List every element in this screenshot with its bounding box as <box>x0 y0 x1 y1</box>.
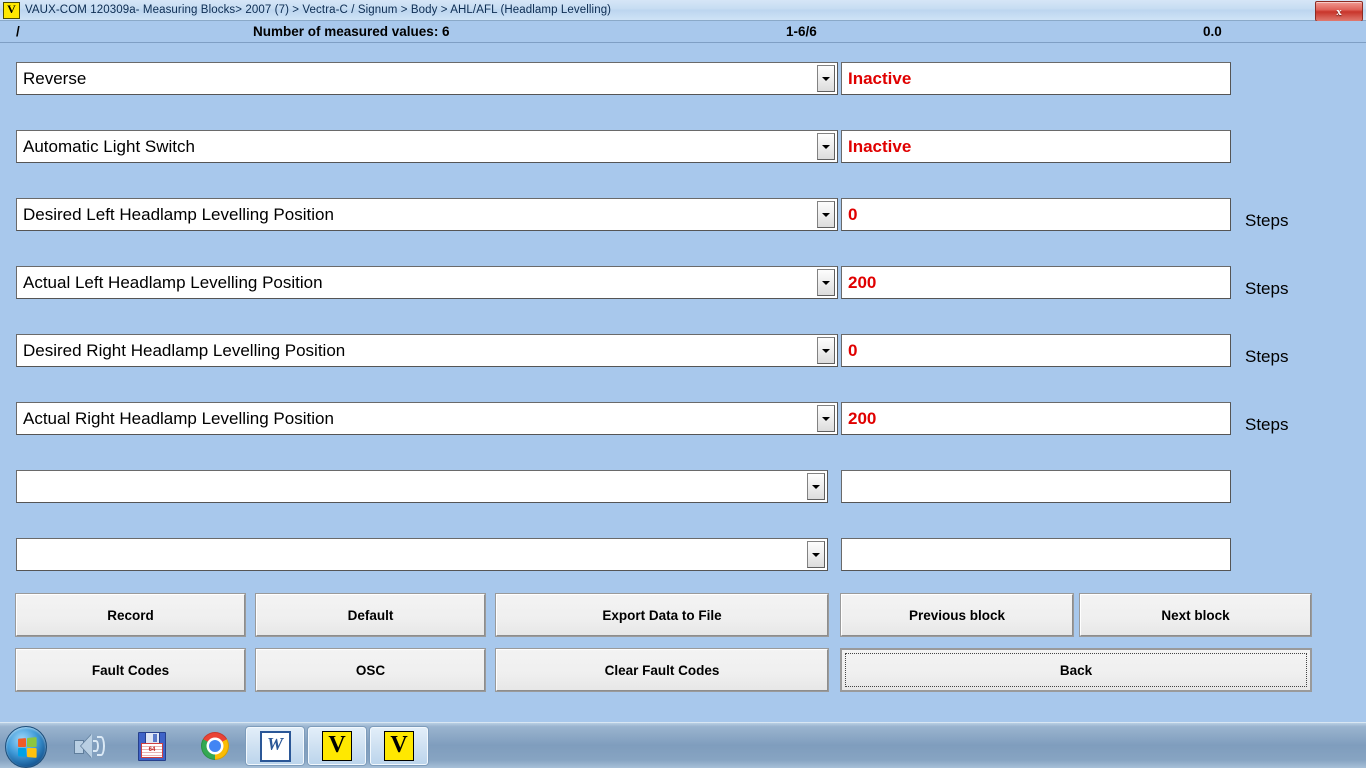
next-block-button[interactable]: Next block <box>1080 594 1311 636</box>
chevron-down-icon[interactable] <box>817 269 835 296</box>
parameter-select-2[interactable]: Desired Left Headlamp Levelling Position <box>16 198 838 231</box>
measurement-row <box>0 451 1366 519</box>
units-label-3: Steps <box>1245 279 1289 298</box>
measurement-row: Reverse Inactive <box>0 43 1366 111</box>
parameter-label-0: Reverse <box>23 68 87 88</box>
parameter-select-1[interactable]: Automatic Light Switch <box>16 130 838 163</box>
value-field-5: 200 <box>841 402 1231 435</box>
taskbar-window-vauxcom-2[interactable]: V <box>370 727 428 765</box>
parameter-select-5[interactable]: Actual Right Headlamp Levelling Position <box>16 402 838 435</box>
measurement-row: Actual Left Headlamp Levelling Position … <box>0 247 1366 315</box>
value-text-0: Inactive <box>848 68 912 88</box>
taskbar-window-word[interactable]: W <box>246 727 304 765</box>
parameter-label-4: Desired Right Headlamp Levelling Positio… <box>23 340 346 360</box>
close-button[interactable]: x <box>1315 1 1363 22</box>
chevron-down-icon[interactable] <box>817 133 835 160</box>
chevron-down-icon[interactable] <box>817 201 835 228</box>
export-data-button[interactable]: Export Data to File <box>496 594 828 636</box>
measurement-rows: Reverse Inactive Automatic Light Switch … <box>0 43 1366 587</box>
measurement-row: Desired Right Headlamp Levelling Positio… <box>0 315 1366 383</box>
parameter-select-3[interactable]: Actual Left Headlamp Levelling Position <box>16 266 838 299</box>
value-text-3: 200 <box>848 272 877 292</box>
parameter-label-2: Desired Left Headlamp Levelling Position <box>23 204 334 224</box>
header-range: 1-6/6 <box>786 24 817 39</box>
units-label-5: Steps <box>1245 415 1289 434</box>
chevron-down-icon[interactable] <box>807 541 825 568</box>
back-button[interactable]: Back <box>841 649 1311 691</box>
word-icon: W <box>259 730 291 762</box>
osc-button[interactable]: OSC <box>256 649 485 691</box>
chevron-down-icon[interactable] <box>817 337 835 364</box>
parameter-label-3: Actual Left Headlamp Levelling Position <box>23 272 323 292</box>
units-label-4: Steps <box>1245 347 1289 366</box>
taskbar-window-vauxcom-1[interactable]: V <box>308 727 366 765</box>
value-field-6 <box>841 470 1231 503</box>
value-field-1: Inactive <box>841 130 1231 163</box>
parameter-select-4[interactable]: Desired Right Headlamp Levelling Positio… <box>16 334 838 367</box>
value-field-7 <box>841 538 1231 571</box>
application-window: V VAUX-COM 120309a- Measuring Blocks> 20… <box>0 0 1366 768</box>
record-button[interactable]: Record <box>16 594 245 636</box>
parameter-select-0[interactable]: Reverse <box>16 62 838 95</box>
title-bar: V VAUX-COM 120309a- Measuring Blocks> 20… <box>0 0 1366 22</box>
fault-codes-button[interactable]: Fault Codes <box>16 649 245 691</box>
value-text-1: Inactive <box>848 136 912 156</box>
value-field-3: 200 <box>841 266 1231 299</box>
header-slash: / <box>16 24 20 39</box>
previous-block-button[interactable]: Previous block <box>841 594 1073 636</box>
chevron-down-icon[interactable] <box>817 65 835 92</box>
parameter-label-5: Actual Right Headlamp Levelling Position <box>23 408 334 428</box>
parameter-select-7[interactable] <box>16 538 828 571</box>
chevron-down-icon[interactable] <box>817 405 835 432</box>
measurement-header: / Number of measured values: 6 1-6/6 0.0 <box>0 21 1366 43</box>
default-button[interactable]: Default <box>256 594 485 636</box>
parameter-label-1: Automatic Light Switch <box>23 136 195 156</box>
speaker-icon[interactable] <box>70 727 108 765</box>
header-measured-values: Number of measured values: 6 <box>253 24 450 39</box>
window-title: VAUX-COM 120309a- Measuring Blocks> 2007… <box>25 4 612 16</box>
clear-fault-codes-button[interactable]: Clear Fault Codes <box>496 649 828 691</box>
floppy-save-icon[interactable]: 64 <box>133 727 171 765</box>
value-field-0: Inactive <box>841 62 1231 95</box>
vauxcom-icon: V <box>384 731 414 761</box>
parameter-select-6[interactable] <box>16 470 828 503</box>
chrome-icon[interactable] <box>196 727 234 765</box>
value-text-5: 200 <box>848 408 877 428</box>
vauxcom-icon: V <box>322 731 352 761</box>
value-field-2: 0 <box>841 198 1231 231</box>
header-value: 0.0 <box>1203 24 1222 39</box>
start-button-icon[interactable] <box>5 726 47 768</box>
measurement-row: Desired Left Headlamp Levelling Position… <box>0 179 1366 247</box>
taskbar: 64 W V V U:0,00 kB/s D:0,00 kB/s EN <box>0 722 1366 768</box>
chevron-down-icon[interactable] <box>807 473 825 500</box>
value-field-4: 0 <box>841 334 1231 367</box>
value-text-4: 0 <box>848 340 858 360</box>
measurement-row: Automatic Light Switch Inactive <box>0 111 1366 179</box>
value-text-2: 0 <box>848 204 858 224</box>
measurement-row <box>0 519 1366 587</box>
units-label-2: Steps <box>1245 211 1289 230</box>
back-button-label: Back <box>1059 662 1093 678</box>
app-icon: V <box>3 1 20 19</box>
windows-logo-icon <box>17 736 37 758</box>
measurement-row: Actual Right Headlamp Levelling Position… <box>0 383 1366 451</box>
